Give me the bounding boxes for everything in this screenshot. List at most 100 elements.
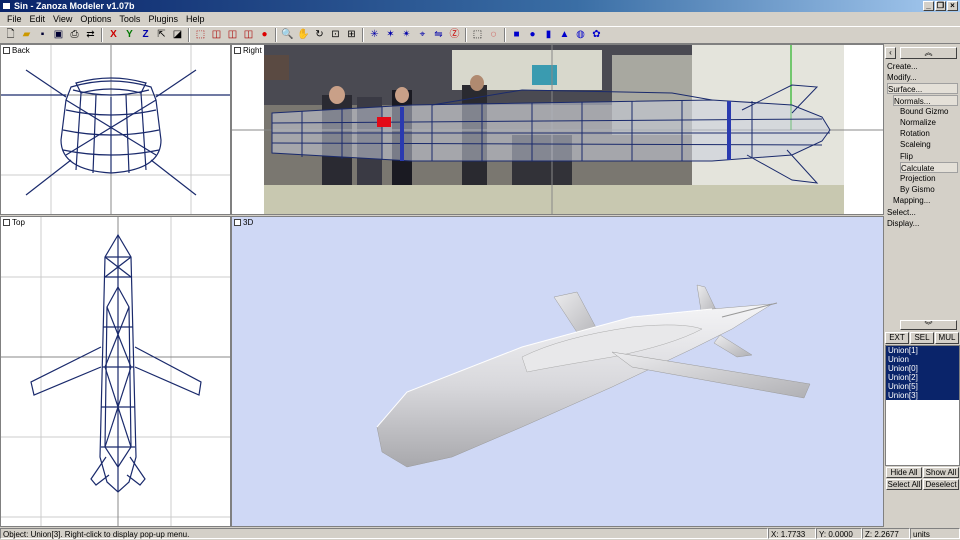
circle-select-icon[interactable]: ◌ bbox=[486, 28, 501, 43]
panel-menu-item[interactable]: Scaleing bbox=[900, 139, 931, 150]
show-all-button[interactable]: Show All bbox=[923, 467, 959, 478]
x-axis-icon[interactable]: X bbox=[106, 28, 121, 43]
deselect-button[interactable]: Deselect bbox=[923, 479, 959, 490]
top-wireframe bbox=[1, 217, 230, 526]
viewport-right[interactable]: Right bbox=[231, 44, 884, 215]
hide-all-button[interactable]: Hide All bbox=[886, 467, 922, 478]
rect-select-icon[interactable]: ⬚ bbox=[470, 28, 485, 43]
print-icon[interactable]: ⎙ bbox=[67, 28, 82, 43]
zoom-region-icon[interactable]: ⊡ bbox=[328, 28, 343, 43]
list-item[interactable]: Union[5] bbox=[886, 382, 959, 391]
list-item[interactable]: Union[0] bbox=[886, 364, 959, 373]
viewport-menu-icon[interactable] bbox=[234, 219, 241, 226]
edge-icon[interactable]: ✶ bbox=[383, 28, 398, 43]
cube3-icon[interactable]: ◫ bbox=[241, 28, 256, 43]
menu-bar: File Edit View Options Tools Plugins Hel… bbox=[0, 12, 960, 25]
cube2-icon[interactable]: ◫ bbox=[225, 28, 240, 43]
panel-menu-item[interactable]: Normalize bbox=[900, 117, 936, 128]
pan-icon[interactable]: ✋ bbox=[296, 28, 311, 43]
status-z: Z: 2.2677 bbox=[862, 528, 910, 539]
menu-file[interactable]: File bbox=[3, 14, 26, 24]
viewport-back[interactable]: Back bbox=[0, 44, 231, 215]
vertex-icon[interactable]: ✳ bbox=[367, 28, 382, 43]
pivot-icon[interactable]: ⌖ bbox=[415, 28, 430, 43]
panel-menu-item[interactable]: Projection bbox=[900, 173, 936, 184]
status-bar: Object: Union[3]. Right-click to display… bbox=[0, 528, 960, 539]
select-all-button[interactable]: Select All bbox=[886, 479, 922, 490]
open-icon[interactable]: ▰ bbox=[19, 28, 34, 43]
z-axis-icon[interactable]: Z bbox=[138, 28, 153, 43]
fit-icon[interactable]: ⊞ bbox=[344, 28, 359, 43]
app-icon bbox=[2, 2, 11, 10]
zoom-icon[interactable]: 🔍 bbox=[280, 28, 295, 43]
viewport-menu-icon[interactable] bbox=[3, 47, 10, 54]
panel-menu-item[interactable]: Calculate bbox=[900, 161, 958, 173]
face-icon[interactable]: ✴ bbox=[399, 28, 414, 43]
menu-options[interactable]: Options bbox=[76, 14, 115, 24]
prim-cylinder-icon[interactable]: ▮ bbox=[541, 28, 556, 43]
panel-menu-item[interactable]: Normals... bbox=[893, 94, 958, 106]
menu-view[interactable]: View bbox=[49, 14, 76, 24]
panel-menu-item[interactable]: Display... bbox=[887, 218, 919, 229]
prim-sphere-icon[interactable]: ● bbox=[525, 28, 540, 43]
viewport-label: Right bbox=[243, 46, 262, 55]
viewport-top[interactable]: Top bbox=[0, 216, 231, 527]
save-icon[interactable]: ▪ bbox=[35, 28, 50, 43]
panel-menu-item[interactable]: Mapping... bbox=[893, 195, 930, 206]
object-list[interactable]: Union[1] Union Union[0] Union[2] Union[5… bbox=[885, 345, 960, 466]
restore-button[interactable]: ❐ bbox=[935, 1, 946, 11]
viewport-label: Top bbox=[12, 218, 25, 227]
new-icon[interactable]: 🗋 bbox=[3, 28, 18, 43]
panel-menu-item[interactable]: Create... bbox=[887, 61, 918, 72]
mirror-icon[interactable]: ⇄ bbox=[83, 28, 98, 43]
save-as-icon[interactable]: ▣ bbox=[51, 28, 66, 43]
prim-torus-icon[interactable]: ◍ bbox=[573, 28, 588, 43]
panel-menu-item[interactable]: Modify... bbox=[887, 72, 917, 83]
title-bar: Sin - Zanoza Modeler v1.07b _ ❐ × bbox=[0, 0, 960, 12]
prim-box-icon[interactable]: ■ bbox=[509, 28, 524, 43]
y-axis-icon[interactable]: Y bbox=[122, 28, 137, 43]
menu-help[interactable]: Help bbox=[182, 14, 209, 24]
scroll-down-button[interactable]: ︾ bbox=[900, 320, 957, 330]
list-item[interactable]: Union[1] bbox=[886, 346, 959, 355]
viewport-label: Back bbox=[12, 46, 30, 55]
close-button[interactable]: × bbox=[947, 1, 958, 11]
3d-model-render bbox=[376, 284, 811, 468]
box-icon[interactable]: ⬚ bbox=[193, 28, 208, 43]
mode-ext-button[interactable]: EXT bbox=[885, 332, 909, 344]
panel-menu-item[interactable]: Flip bbox=[900, 151, 913, 162]
status-x: X: 1.7733 bbox=[768, 528, 816, 539]
panel-menu-item[interactable]: Rotation bbox=[900, 128, 930, 139]
move-icon[interactable]: ⇱ bbox=[154, 28, 169, 43]
panel-menu-item[interactable]: Select... bbox=[887, 207, 916, 218]
right-background-photo bbox=[232, 45, 883, 214]
panel-menu-item[interactable]: Surface... bbox=[887, 83, 958, 95]
select-icon[interactable]: ◪ bbox=[170, 28, 185, 43]
rotate-view-icon[interactable]: ↻ bbox=[312, 28, 327, 43]
menu-tools[interactable]: Tools bbox=[115, 14, 144, 24]
menu-plugins[interactable]: Plugins bbox=[144, 14, 182, 24]
list-item[interactable]: Union[3] bbox=[886, 391, 959, 400]
viewport-menu-icon[interactable] bbox=[234, 47, 241, 54]
list-item[interactable]: Union[2] bbox=[886, 373, 959, 382]
prim-cone-icon[interactable]: ▲ bbox=[557, 28, 572, 43]
cube-icon[interactable]: ◫ bbox=[209, 28, 224, 43]
minimize-button[interactable]: _ bbox=[923, 1, 934, 11]
panel-menu-item[interactable]: By Gismo bbox=[900, 184, 935, 195]
scroll-up-button[interactable]: ︽ bbox=[900, 47, 957, 59]
panel-menu-item[interactable]: Bound Gizmo bbox=[900, 106, 948, 117]
viewport-menu-icon[interactable] bbox=[3, 219, 10, 226]
z-tool-icon[interactable]: Ⓩ bbox=[447, 28, 462, 43]
toolbar: 🗋 ▰ ▪ ▣ ⎙ ⇄ X Y Z ⇱ ◪ ⬚ ◫ ◫ ◫ ● 🔍 ✋ ↻ ⊡ … bbox=[0, 26, 960, 44]
prim-shape-icon[interactable]: ✿ bbox=[589, 28, 604, 43]
mirror-tool-icon[interactable]: ⇋ bbox=[431, 28, 446, 43]
mode-sel-button[interactable]: SEL bbox=[910, 332, 934, 344]
window-title: Sin - Zanoza Modeler v1.07b bbox=[14, 1, 135, 11]
mode-mul-button[interactable]: MUL bbox=[935, 332, 959, 344]
viewport-3d[interactable]: 3D bbox=[231, 216, 884, 527]
sphere-red-icon[interactable]: ● bbox=[257, 28, 272, 43]
list-item[interactable]: Union bbox=[886, 355, 959, 364]
menu-edit[interactable]: Edit bbox=[26, 14, 50, 24]
panel-pin-button[interactable]: ‹ bbox=[885, 47, 896, 59]
viewport-label: 3D bbox=[243, 218, 254, 227]
